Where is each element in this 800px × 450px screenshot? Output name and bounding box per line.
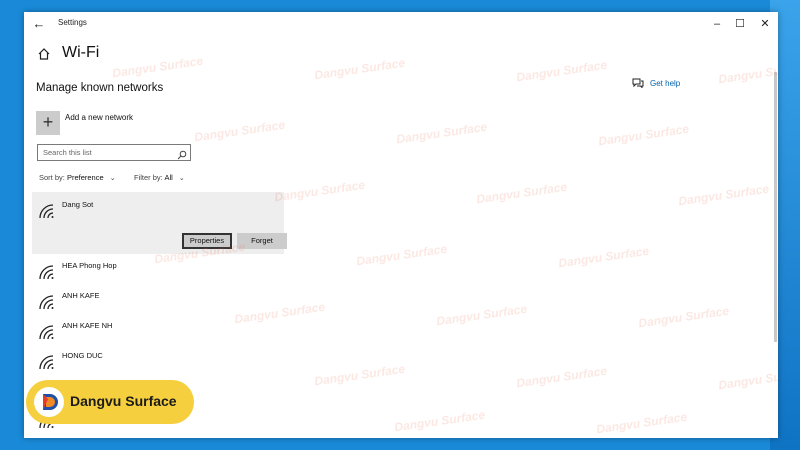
watermark: Dangvu Surface [435, 301, 528, 329]
filter-label: Filter by: [134, 173, 163, 182]
wifi-icon [38, 325, 56, 340]
scrollbar[interactable] [774, 72, 777, 342]
watermark: Dangvu Surface [637, 303, 730, 331]
watermark: Dangvu Surface [515, 57, 608, 85]
network-item[interactable]: HONG DUC [32, 346, 284, 374]
maximize-button[interactable]: ☐ [729, 15, 751, 33]
network-name: Dang Sot [62, 200, 94, 209]
watermark: Dangvu Surface [717, 59, 778, 87]
watermark: Dangvu Surface [717, 365, 778, 393]
watermark: Dangvu Surface [395, 119, 488, 147]
network-name: HONG DUC [62, 351, 103, 360]
sort-dropdown[interactable]: Sort by: Preference ⌄ [39, 173, 116, 182]
home-icon[interactable] [36, 46, 52, 62]
close-button[interactable]: ✕ [754, 15, 776, 33]
watermark: Dangvu Surface [475, 179, 568, 207]
wifi-icon [38, 204, 56, 219]
wifi-icon [38, 265, 56, 280]
watermark: Dangvu Surface [393, 407, 486, 435]
watermark: Dangvu Surface [111, 53, 204, 81]
network-name: ANH KAFE NH [62, 321, 113, 330]
add-network-button[interactable]: + [36, 111, 60, 135]
search-placeholder: Search this list [43, 148, 92, 157]
brand-badge: Dangvu Surface [26, 380, 194, 424]
watermark: Dangvu Surface [313, 361, 406, 389]
back-button[interactable]: ← [30, 15, 48, 33]
section-title: Manage known networks [36, 82, 164, 94]
search-icon[interactable] [177, 147, 187, 160]
chat-bubble-icon [632, 78, 644, 89]
settings-window: ← Settings – ☐ ✕ Wi-Fi Manage known netw… [24, 12, 778, 438]
get-help-label: Get help [650, 79, 681, 88]
sort-label: Sort by: [39, 173, 65, 182]
filter-value: All [164, 173, 173, 182]
network-item-selected[interactable]: Dang Sot Properties Forget [32, 192, 287, 254]
network-name: ANH KAFE [62, 291, 100, 300]
window-title: Settings [58, 18, 87, 27]
title-bar: ← Settings – ☐ ✕ [24, 12, 778, 36]
wifi-icon [38, 295, 56, 310]
filter-dropdown[interactable]: Filter by: All ⌄ [134, 173, 185, 182]
watermark: Dangvu Surface [677, 181, 770, 209]
watermark: Dangvu Surface [557, 243, 650, 271]
add-network-label[interactable]: Add a new network [65, 113, 133, 122]
search-input[interactable]: Search this list [37, 144, 191, 161]
minimize-button[interactable]: – [706, 15, 728, 33]
page-title: Wi-Fi [62, 44, 100, 61]
network-name: HEA Phong Hop [62, 261, 117, 270]
wifi-icon [38, 355, 56, 370]
watermark: Dangvu Surface [515, 363, 608, 391]
watermark: Dangvu Surface [313, 55, 406, 83]
brand-logo-icon [34, 387, 64, 417]
watermark: Dangvu Surface [597, 121, 690, 149]
watermark: Dangvu Surface [273, 177, 366, 205]
watermark: Dangvu Surface [355, 241, 448, 269]
chevron-down-icon: ⌄ [178, 175, 185, 182]
sort-value: Preference [66, 173, 104, 182]
chevron-down-icon: ⌄ [109, 175, 116, 182]
watermark: Dangvu Surface [595, 409, 688, 437]
watermark: Dangvu Surface [193, 117, 286, 145]
brand-name: Dangvu Surface [70, 393, 177, 409]
